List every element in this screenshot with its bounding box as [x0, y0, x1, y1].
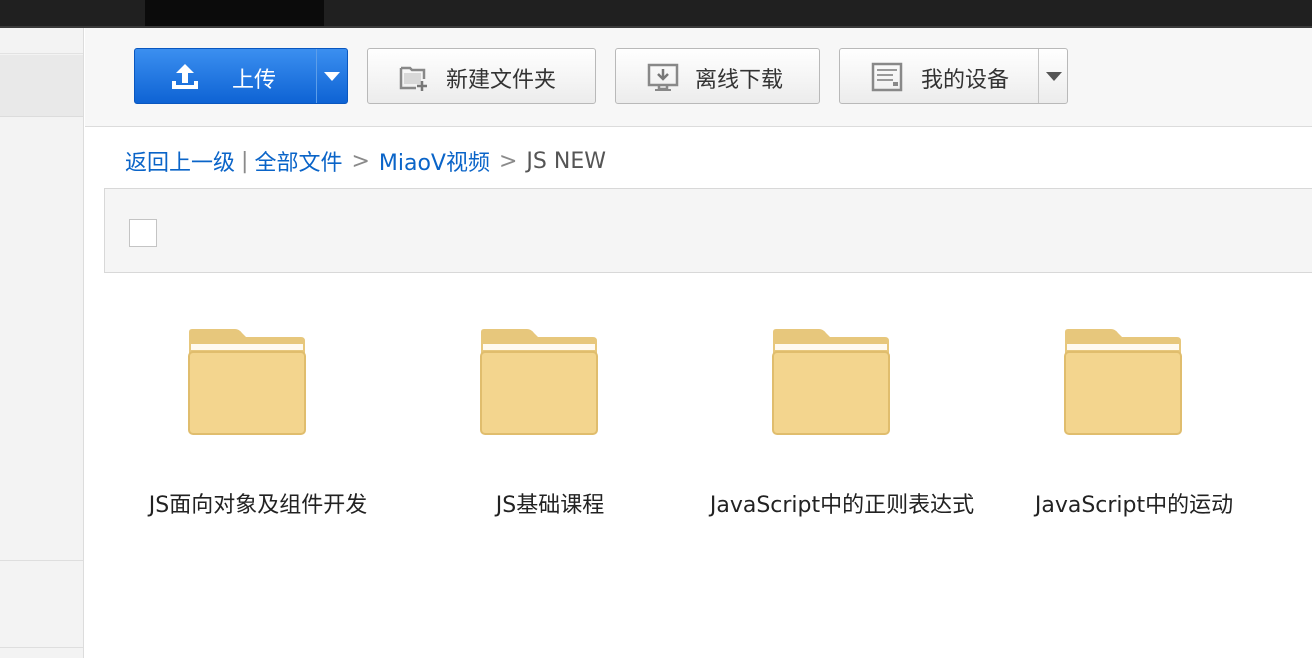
breadcrumb-current: JS NEW — [526, 148, 606, 174]
sidebar-item[interactable] — [0, 28, 83, 54]
new-folder-icon — [399, 66, 427, 91]
breadcrumb-all-files[interactable]: 全部文件 — [254, 145, 342, 177]
folder-name[interactable]: JS面向对象及组件开发 — [112, 487, 404, 519]
top-bar — [0, 0, 1312, 26]
new-folder-label: 新建文件夹 — [446, 68, 557, 93]
breadcrumb-divider: | — [241, 148, 249, 174]
my-devices-button[interactable]: 我的设备 — [839, 48, 1068, 104]
breadcrumb-separator: > — [351, 148, 370, 174]
offline-download-button[interactable]: 离线下载 — [615, 48, 820, 104]
folder-item[interactable]: JS面向对象及组件开发 — [112, 328, 404, 538]
folder-name[interactable]: JavaScript中的运动 — [988, 487, 1280, 519]
folder-icon — [188, 329, 306, 435]
upload-icon — [172, 64, 198, 89]
select-all-checkbox[interactable] — [129, 219, 157, 247]
upload-dropdown-icon[interactable] — [324, 72, 340, 81]
folder-icon — [772, 329, 890, 435]
toolbar: 上传 新建文件夹 离线下载 我的设备 — [85, 28, 1312, 127]
upload-divider — [316, 49, 317, 103]
offline-download-label: 离线下载 — [695, 68, 784, 93]
folder-name[interactable]: JS基础课程 — [404, 487, 696, 519]
main-panel: 上传 新建文件夹 离线下载 我的设备 返回上一级 | 全部文件 > MiaoV视… — [85, 28, 1312, 658]
device-dropdown-icon[interactable] — [1046, 72, 1062, 81]
breadcrumb-miaov[interactable]: MiaoV视频 — [379, 145, 490, 177]
back-link[interactable]: 返回上一级 — [125, 145, 235, 177]
upload-label: 上传 — [232, 68, 277, 93]
my-devices-label: 我的设备 — [921, 68, 1010, 93]
folder-item[interactable]: JavaScript中的正则表达式 — [696, 328, 988, 538]
folder-icon — [1064, 329, 1182, 435]
folder-icon — [480, 329, 598, 435]
device-icon — [871, 62, 903, 92]
top-bar-tab[interactable] — [145, 0, 324, 26]
sidebar-item-active[interactable] — [0, 55, 83, 117]
sidebar-item[interactable] — [0, 560, 83, 648]
sidebar — [0, 28, 84, 658]
folder-item[interactable]: JS基础课程 — [404, 328, 696, 538]
device-divider — [1038, 49, 1039, 103]
breadcrumb: 返回上一级 | 全部文件 > MiaoV视频 > JS NEW — [125, 145, 606, 177]
offline-download-icon — [647, 63, 679, 91]
folder-name[interactable]: JavaScript中的正则表达式 — [696, 487, 988, 519]
upload-button[interactable]: 上传 — [134, 48, 348, 104]
list-header — [104, 188, 1312, 273]
breadcrumb-separator: > — [498, 148, 518, 174]
new-folder-button[interactable]: 新建文件夹 — [367, 48, 596, 104]
folder-item[interactable]: JavaScript中的运动 — [988, 328, 1280, 538]
